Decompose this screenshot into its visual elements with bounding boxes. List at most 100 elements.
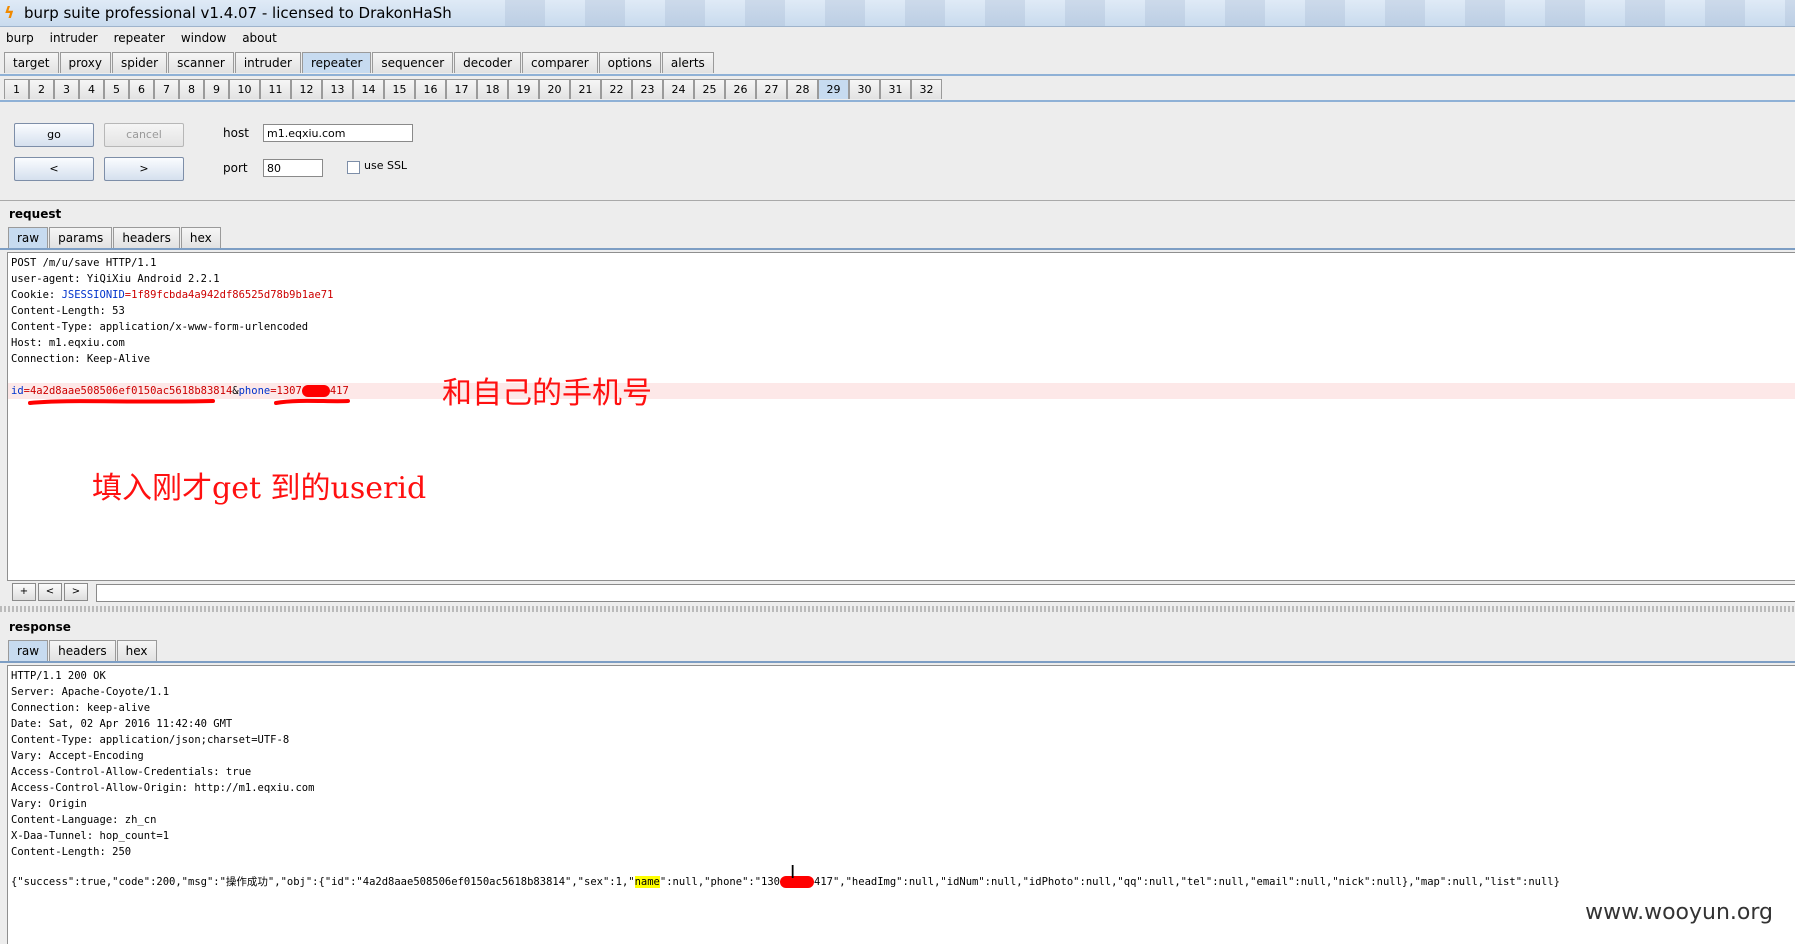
request-tab-1[interactable]: 1 [4,79,29,99]
tab-comparer[interactable]: comparer [522,52,598,73]
response-line: X-Daa-Tunnel: hop_count=1 [11,830,170,842]
window-title: burp suite professional v1.4.07 - licens… [24,4,452,22]
request-tab-19[interactable]: 19 [508,79,539,99]
tab-intruder[interactable]: intruder [234,52,301,73]
response-tab-headers[interactable]: headers [49,640,116,661]
host-input[interactable]: m1.eqxiu.com [263,124,413,142]
response-line: HTTP/1.1 200 OK [11,670,106,682]
response-line: Access-Control-Allow-Origin: http://m1.e… [11,782,315,794]
request-tab-params[interactable]: params [49,227,113,248]
request-tab-12[interactable]: 12 [291,79,322,99]
request-tab-2[interactable]: 2 [29,79,54,99]
request-tab-16[interactable]: 16 [415,79,446,99]
taskbar-background [505,0,1795,26]
response-line: Server: Apache-Coyote/1.1 [11,686,170,698]
split-pane-divider[interactable] [0,606,1795,612]
request-tab-10[interactable]: 10 [229,79,260,99]
request-tabs-underline [0,248,1795,250]
menu-intruder[interactable]: intruder [50,27,98,49]
request-tab-25[interactable]: 25 [694,79,725,99]
menu-about[interactable]: about [242,27,277,49]
request-tab-28[interactable]: 28 [787,79,818,99]
tab-sequencer[interactable]: sequencer [372,52,454,73]
menu-repeater[interactable]: repeater [114,27,165,49]
title-bar: ϟ burp suite professional v1.4.07 - lice… [0,0,1795,27]
request-editor[interactable]: POST /m/u/save HTTP/1.1 user-agent: YiQi… [7,252,1795,581]
tab-repeater[interactable]: repeater [301,52,372,73]
redacted-response-phone [780,876,814,888]
request-tab-24[interactable]: 24 [663,79,694,99]
response-line: Access-Control-Allow-Credentials: true [11,766,252,778]
request-tab-raw[interactable]: raw [8,227,49,248]
userid-underline [28,399,215,405]
back-button[interactable]: < [14,157,94,181]
request-tab-29[interactable]: 29 [818,79,849,99]
request-tab-23[interactable]: 23 [632,79,663,99]
main-tabs-underline [0,74,1795,76]
request-search-input[interactable] [96,584,1795,602]
tab-proxy[interactable]: proxy [59,52,111,73]
tab-spider[interactable]: spider [111,52,168,73]
json-part-3: 417","headImg":null,"idNum":null,"idPhot… [814,876,1560,888]
request-tab-5[interactable]: 5 [104,79,129,99]
response-tabs-underline [0,661,1795,663]
request-tab-27[interactable]: 27 [756,79,787,99]
request-tab-13[interactable]: 13 [322,79,353,99]
controls-separator [0,200,1795,201]
menu-bar: burp intruder repeater window about [0,27,1795,49]
main-tabs: target proxy spider scanner intruder repeater… [4,52,715,74]
request-tab-15[interactable]: 15 [384,79,415,99]
response-json-line: {"success":true,"code":200,"msg":"操作成功",… [11,874,1560,890]
tab-decoder[interactable]: decoder [454,52,522,73]
request-tab-9[interactable]: 9 [204,79,229,99]
request-tab-11[interactable]: 11 [260,79,291,99]
response-line: Content-Language: zh_cn [11,814,157,826]
add-button[interactable]: + [12,583,36,601]
request-tab-6[interactable]: 6 [129,79,154,99]
use-ssl-label: use SSL [364,159,408,172]
userid-annotation: 填入刚才get 到的userid [92,471,427,506]
tab-options[interactable]: options [598,52,661,73]
watermark: www.wooyun.org [1585,900,1773,925]
prev-match-button[interactable]: < [38,583,62,601]
request-tab-18[interactable]: 18 [477,79,508,99]
request-tab-8[interactable]: 8 [179,79,204,99]
port-input[interactable]: 80 [263,159,323,177]
request-tab-headers[interactable]: headers [113,227,180,248]
response-line: Content-Type: application/json;charset=U… [11,734,290,746]
cancel-button[interactable]: cancel [104,123,184,147]
response-editor[interactable]: HTTP/1.1 200 OK Server: Apache-Coyote/1.1… [7,665,1795,944]
json-name-highlight: name [634,876,660,888]
request-tab-32[interactable]: 32 [911,79,942,99]
request-tab-4[interactable]: 4 [79,79,104,99]
menu-burp[interactable]: burp [6,27,34,49]
request-tab-26[interactable]: 26 [725,79,756,99]
next-match-button[interactable]: > [64,583,88,601]
request-tab-14[interactable]: 14 [353,79,384,99]
phone-underline [274,398,350,405]
response-line: Vary: Accept-Encoding [11,750,144,762]
request-heading: request [9,207,62,221]
request-tab-22[interactable]: 22 [601,79,632,99]
tab-scanner[interactable]: scanner [168,52,234,73]
use-ssl-checkbox[interactable] [347,161,360,174]
response-heading: response [9,620,71,634]
response-line: Connection: keep-alive [11,702,151,714]
response-tab-raw[interactable]: raw [8,640,49,661]
request-tab-20[interactable]: 20 [539,79,570,99]
menu-window[interactable]: window [181,27,227,49]
repeater-request-tabs: 1 2 3 4 5 6 7 8 9 10 11 12 13 14 15 16 17 18 19 20 21 22 23 24 2… [4,79,942,101]
request-tab-31[interactable]: 31 [880,79,911,99]
json-part-2: ":null,"phone":"130 [659,876,780,888]
go-button[interactable]: go [14,123,94,147]
tab-target[interactable]: target [4,52,59,73]
request-tab-17[interactable]: 17 [446,79,477,99]
forward-button[interactable]: > [104,157,184,181]
request-tab-21[interactable]: 21 [570,79,601,99]
tab-alerts[interactable]: alerts [661,52,714,73]
request-tab-3[interactable]: 3 [54,79,79,99]
request-tab-7[interactable]: 7 [154,79,179,99]
response-tab-hex[interactable]: hex [116,640,157,661]
request-tab-30[interactable]: 30 [849,79,880,99]
request-tab-hex[interactable]: hex [180,227,221,248]
